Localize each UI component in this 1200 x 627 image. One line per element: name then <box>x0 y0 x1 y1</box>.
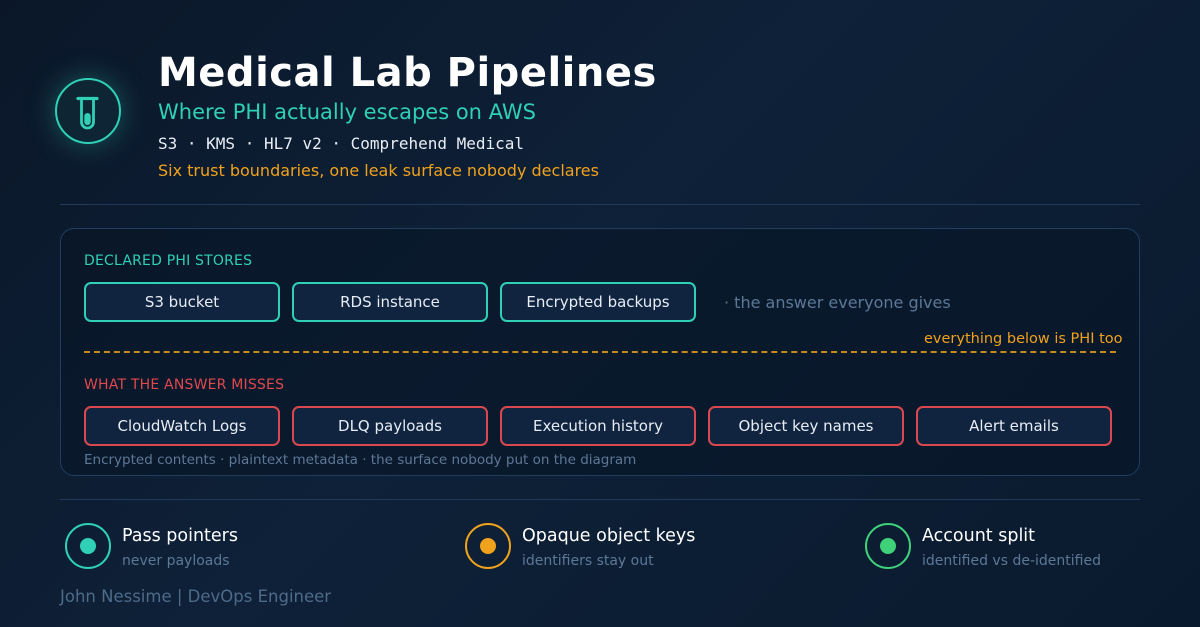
declared-stores-label: DECLARED PHI STORES <box>84 253 253 269</box>
pointer-bullet-icon <box>65 523 111 569</box>
logo-badge <box>55 78 121 144</box>
boundary-divider <box>84 351 1116 353</box>
principle-title-pointers: Pass pointers <box>122 526 238 546</box>
account-split-bullet-icon <box>865 523 911 569</box>
opaque-keys-bullet-icon <box>465 523 511 569</box>
missed-chip-dlq: DLQ payloads <box>292 406 488 446</box>
principle-subtitle-pointers: never payloads <box>122 553 230 569</box>
author-credit: John Nessime | DevOps Engineer <box>60 587 332 606</box>
misses-label: WHAT THE ANSWER MISSES <box>84 377 285 393</box>
panel-footnote: Encrypted contents · plaintext metadata … <box>84 452 637 468</box>
missed-chip-object-keys: Object key names <box>708 406 904 446</box>
principle-title-account-split: Account split <box>922 526 1036 546</box>
declared-chip-s3: S3 bucket <box>84 282 280 322</box>
declared-chip-rds: RDS instance <box>292 282 488 322</box>
principle-subtitle-account-split: identified vs de-identified <box>922 553 1101 569</box>
principle-subtitle-opaque-keys: identifiers stay out <box>522 553 654 569</box>
page-title: Medical Lab Pipelines <box>158 50 657 96</box>
tagline: Six trust boundaries, one leak surface n… <box>158 161 599 180</box>
declared-aside: · the answer everyone gives <box>724 293 951 312</box>
tech-stack-line: S3 · KMS · HL7 v2 · Comprehend Medical <box>158 134 525 153</box>
boundary-note: everything below is PHI too <box>924 331 1123 347</box>
header-divider <box>60 204 1140 205</box>
test-tube-icon <box>76 96 99 130</box>
principle-title-opaque-keys: Opaque object keys <box>522 526 696 546</box>
missed-chip-execution-history: Execution history <box>500 406 696 446</box>
declared-chip-backups: Encrypted backups <box>500 282 696 322</box>
page-subtitle: Where PHI actually escapes on AWS <box>158 100 536 124</box>
missed-chip-alert-emails: Alert emails <box>916 406 1112 446</box>
missed-chip-cloudwatch: CloudWatch Logs <box>84 406 280 446</box>
footer-divider <box>60 499 1140 500</box>
